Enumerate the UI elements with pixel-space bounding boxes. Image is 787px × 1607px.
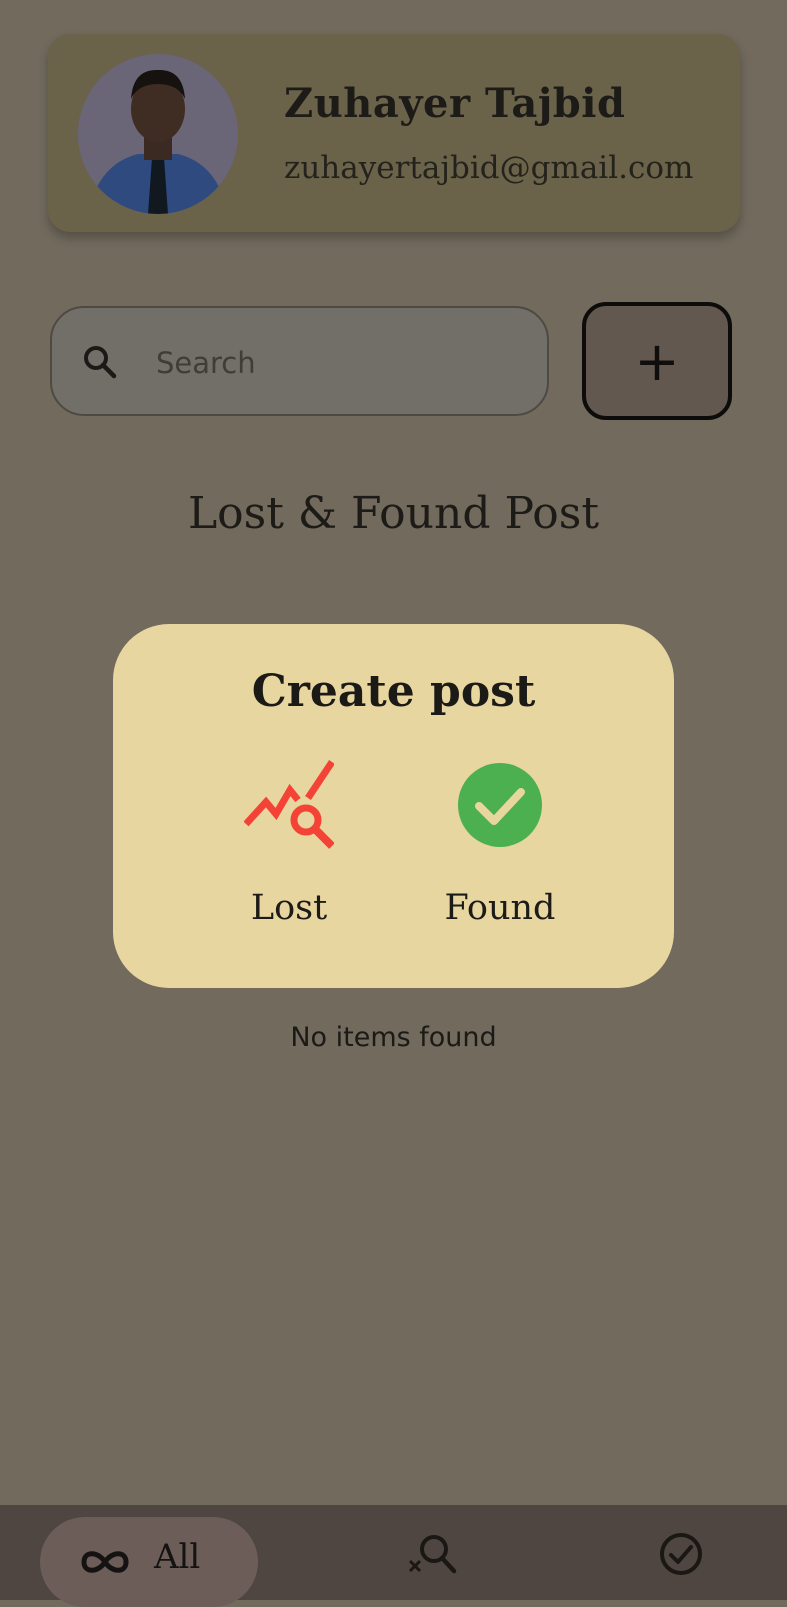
found-option-button[interactable]: Found [425,760,575,940]
infinity-icon [81,1551,129,1573]
nav-item-all-label: All [154,1537,201,1577]
plus-icon: + [634,329,680,393]
profile-name: Zuhayer Tajbid [284,80,626,127]
lost-search-icon [408,1535,457,1574]
create-post-dialog: Create post Lost Found [113,624,674,988]
profile-card: Zuhayer Tajbid zuhayertajbid@gmail.com [48,34,740,232]
nav-item-all[interactable]: All [40,1517,258,1607]
empty-state-text: No items found [290,1022,497,1053]
page-title: Lost & Found Post [187,488,600,539]
check-circle-outline-icon [660,1533,702,1575]
check-circle-icon [458,763,542,847]
lost-search-chart-icon [244,760,334,849]
add-post-button[interactable]: + [582,302,732,420]
avatar-photo [78,54,238,214]
nav-item-lost[interactable] [408,1529,458,1579]
profile-email: zuhayertajbid@gmail.com [284,150,694,186]
search-icon [84,346,117,379]
avatar [78,54,238,214]
lost-option-label: Lost [250,888,328,928]
search-box[interactable] [50,306,549,416]
dialog-title: Create post [251,666,536,717]
nav-item-found[interactable] [656,1529,706,1579]
bottom-navigation: All [0,1505,787,1607]
search-input[interactable] [154,334,518,392]
found-option-label: Found [444,888,556,928]
lost-option-button[interactable]: Lost [214,760,364,940]
